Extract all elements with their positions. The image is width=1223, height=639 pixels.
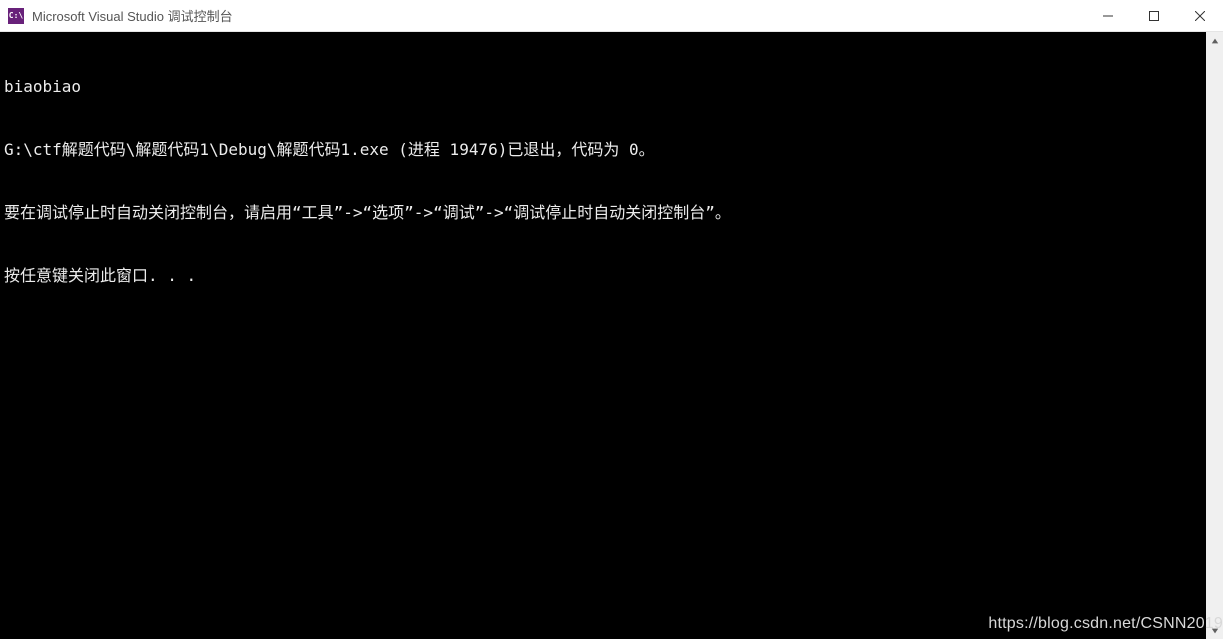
titlebar[interactable]: C:\ Microsoft Visual Studio 调试控制台 bbox=[0, 0, 1223, 32]
vertical-scrollbar[interactable] bbox=[1206, 32, 1223, 639]
console-line: G:\ctf解题代码\解题代码1\Debug\解题代码1.exe (进程 194… bbox=[4, 139, 1202, 160]
scroll-up-icon[interactable] bbox=[1206, 32, 1223, 49]
console-output[interactable]: biaobiao G:\ctf解题代码\解题代码1\Debug\解题代码1.ex… bbox=[0, 32, 1206, 639]
window-title: Microsoft Visual Studio 调试控制台 bbox=[32, 6, 1085, 25]
scroll-down-icon[interactable] bbox=[1206, 622, 1223, 639]
console-line: 按任意键关闭此窗口. . . bbox=[4, 265, 1202, 286]
console-area: biaobiao G:\ctf解题代码\解题代码1\Debug\解题代码1.ex… bbox=[0, 32, 1223, 639]
window-controls bbox=[1085, 0, 1223, 31]
app-icon: C:\ bbox=[8, 8, 24, 24]
console-line: 要在调试停止时自动关闭控制台，请启用“工具”->“选项”->“调试”->“调试停… bbox=[4, 202, 1202, 223]
close-button[interactable] bbox=[1177, 0, 1223, 31]
scroll-track[interactable] bbox=[1206, 49, 1223, 622]
maximize-button[interactable] bbox=[1131, 0, 1177, 31]
console-line: biaobiao bbox=[4, 76, 1202, 97]
minimize-button[interactable] bbox=[1085, 0, 1131, 31]
